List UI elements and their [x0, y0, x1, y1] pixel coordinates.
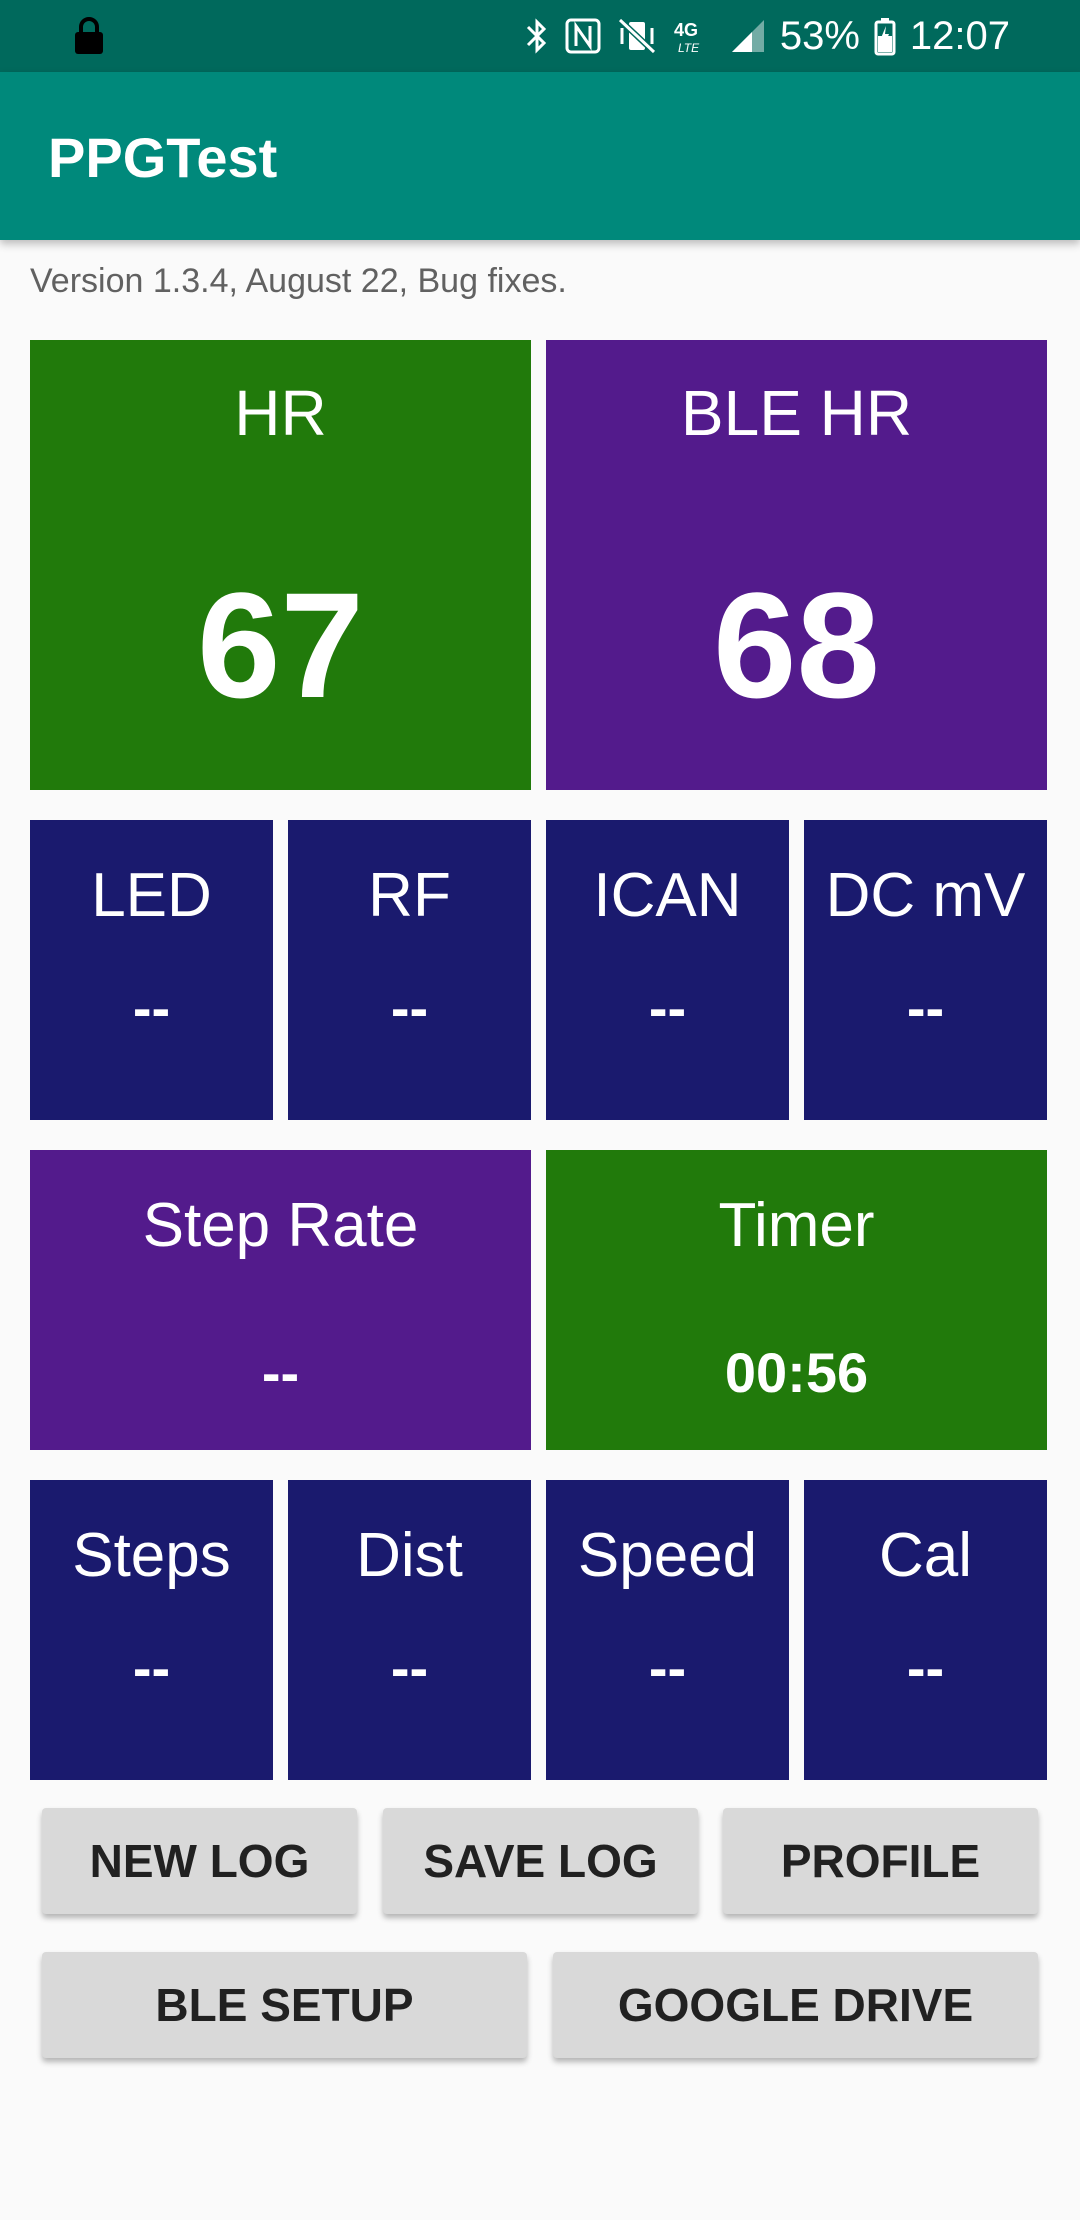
led-label: LED	[91, 861, 212, 930]
rf-label: RF	[368, 861, 451, 930]
new-log-button[interactable]: NEW LOG	[42, 1808, 357, 1914]
dist-label: Dist	[356, 1521, 463, 1590]
hr-label: HR	[234, 377, 327, 449]
version-text: Version 1.3.4, August 22, Bug fixes.	[30, 262, 567, 300]
nfc-icon	[564, 16, 602, 56]
ican-value: --	[648, 976, 687, 1039]
rf-value: --	[390, 976, 429, 1039]
dist-tile: Dist --	[288, 1480, 531, 1780]
cal-tile: Cal --	[804, 1480, 1047, 1780]
battery-icon	[874, 16, 896, 56]
speed-value: --	[648, 1636, 687, 1699]
lock-icon	[75, 17, 103, 54]
signal-icon	[730, 18, 766, 54]
app-title: PPGTest	[48, 126, 278, 189]
vibrate-mute-icon	[616, 16, 658, 56]
step-rate-label: Step Rate	[142, 1191, 419, 1260]
speed-tile: Speed --	[546, 1480, 789, 1780]
timer-label: Timer	[718, 1191, 875, 1260]
profile-button[interactable]: PROFILE	[723, 1808, 1038, 1914]
ican-tile: ICAN --	[546, 820, 789, 1120]
cal-value: --	[906, 1636, 945, 1699]
dist-value: --	[390, 1636, 429, 1699]
rf-tile: RF --	[288, 820, 531, 1120]
app-bar: PPGTest	[0, 72, 1080, 240]
ble-hr-tile: BLE HR 68	[546, 340, 1047, 790]
battery-percent: 53%	[779, 13, 860, 58]
bluetooth-icon	[524, 16, 550, 56]
steps-tile: Steps --	[30, 1480, 273, 1780]
dc-mv-value: --	[906, 976, 945, 1039]
clock: 12:07	[909, 13, 1010, 58]
status-icons: 4G LTE 53% 12:07	[524, 0, 1010, 72]
timer-value: 00:56	[724, 1341, 869, 1404]
lte-icon: 4G LTE	[672, 16, 716, 56]
svg-text:4G: 4G	[674, 20, 698, 40]
cal-label: Cal	[878, 1521, 973, 1590]
ble-hr-value: 68	[713, 561, 880, 729]
steps-value: --	[132, 1636, 171, 1699]
google-drive-button[interactable]: GOOGLE DRIVE	[553, 1952, 1038, 2058]
steps-label: Steps	[72, 1521, 231, 1590]
svg-text:LTE: LTE	[678, 41, 700, 55]
hr-tile: HR 67	[30, 340, 531, 790]
step-rate-value: --	[261, 1341, 300, 1404]
status-bar: 4G LTE 53% 12:07	[0, 0, 1080, 72]
dc-mv-tile: DC mV --	[804, 820, 1047, 1120]
hr-value: 67	[197, 561, 364, 729]
ble-setup-button[interactable]: BLE SETUP	[42, 1952, 527, 2058]
ble-hr-label: BLE HR	[680, 377, 913, 449]
speed-label: Speed	[577, 1521, 758, 1590]
step-rate-tile: Step Rate --	[30, 1150, 531, 1450]
dc-mv-label: DC mV	[825, 861, 1026, 930]
timer-tile: Timer 00:56	[546, 1150, 1047, 1450]
led-value: --	[132, 976, 171, 1039]
led-tile: LED --	[30, 820, 273, 1120]
save-log-button[interactable]: SAVE LOG	[383, 1808, 698, 1914]
ican-label: ICAN	[593, 861, 742, 930]
